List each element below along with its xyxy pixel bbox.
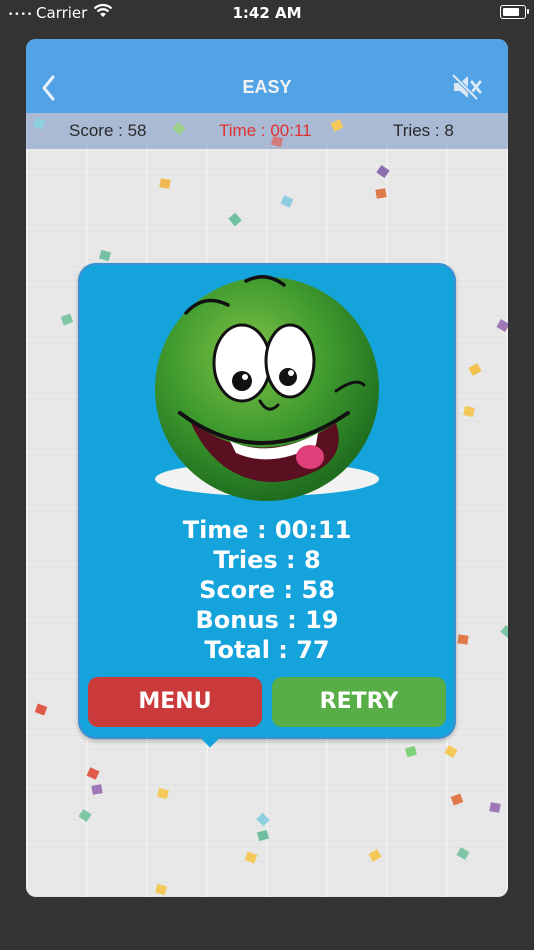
confetti bbox=[376, 164, 390, 179]
confetti bbox=[155, 883, 167, 896]
timer-label: Time : 00:11 bbox=[219, 121, 312, 140]
confetti bbox=[450, 793, 464, 806]
result-tries: Tries : 8 bbox=[213, 546, 321, 574]
confetti bbox=[86, 767, 100, 780]
result-total: Total : 77 bbox=[204, 636, 330, 664]
confetti bbox=[489, 802, 501, 813]
result-bonus: Bonus : 19 bbox=[195, 606, 339, 634]
confetti bbox=[468, 363, 482, 376]
confetti bbox=[159, 178, 171, 189]
confetti bbox=[157, 787, 169, 800]
confetti bbox=[256, 812, 270, 827]
score-label: Score : 58 bbox=[69, 121, 147, 140]
status-bar: •••• Carrier 1:42 AM bbox=[0, 0, 534, 26]
result-time: Time : 00:11 bbox=[182, 516, 352, 544]
difficulty-title: EASY bbox=[242, 77, 292, 97]
confetti bbox=[368, 849, 382, 862]
happy-ball-icon bbox=[155, 275, 379, 501]
confetti bbox=[500, 624, 508, 639]
score-bar: Score : 58 Time : 00:11 Tries : 8 bbox=[26, 113, 508, 149]
confetti bbox=[78, 808, 92, 823]
menu-button[interactable]: MENU bbox=[88, 677, 262, 727]
confetti bbox=[463, 406, 475, 417]
confetti bbox=[456, 847, 470, 860]
confetti bbox=[257, 829, 269, 842]
navigation-bar: EASY bbox=[26, 39, 508, 113]
confetti bbox=[457, 634, 469, 645]
clock: 1:42 AM bbox=[232, 4, 302, 22]
confetti bbox=[34, 703, 48, 716]
result-score: Score : 58 bbox=[199, 576, 335, 604]
confetti bbox=[60, 313, 74, 326]
confetti bbox=[444, 745, 458, 758]
confetti bbox=[91, 784, 103, 795]
battery-level bbox=[503, 8, 519, 16]
confetti bbox=[496, 319, 508, 332]
confetti bbox=[99, 249, 111, 262]
retry-button[interactable]: RETRY bbox=[272, 677, 446, 727]
confetti bbox=[228, 212, 242, 227]
result-dialog: Time : 00:11 Tries : 8 Score : 58 Bonus … bbox=[78, 263, 456, 739]
battery-icon bbox=[500, 5, 529, 19]
confetti bbox=[375, 188, 387, 199]
confetti bbox=[405, 745, 417, 758]
confetti bbox=[280, 195, 294, 208]
result-stats: Time : 00:11 Tries : 8 Score : 58 Bonus … bbox=[78, 515, 456, 665]
tries-label: Tries : 8 bbox=[393, 121, 454, 140]
confetti bbox=[244, 851, 258, 864]
speaker-muted-icon[interactable] bbox=[450, 72, 484, 102]
